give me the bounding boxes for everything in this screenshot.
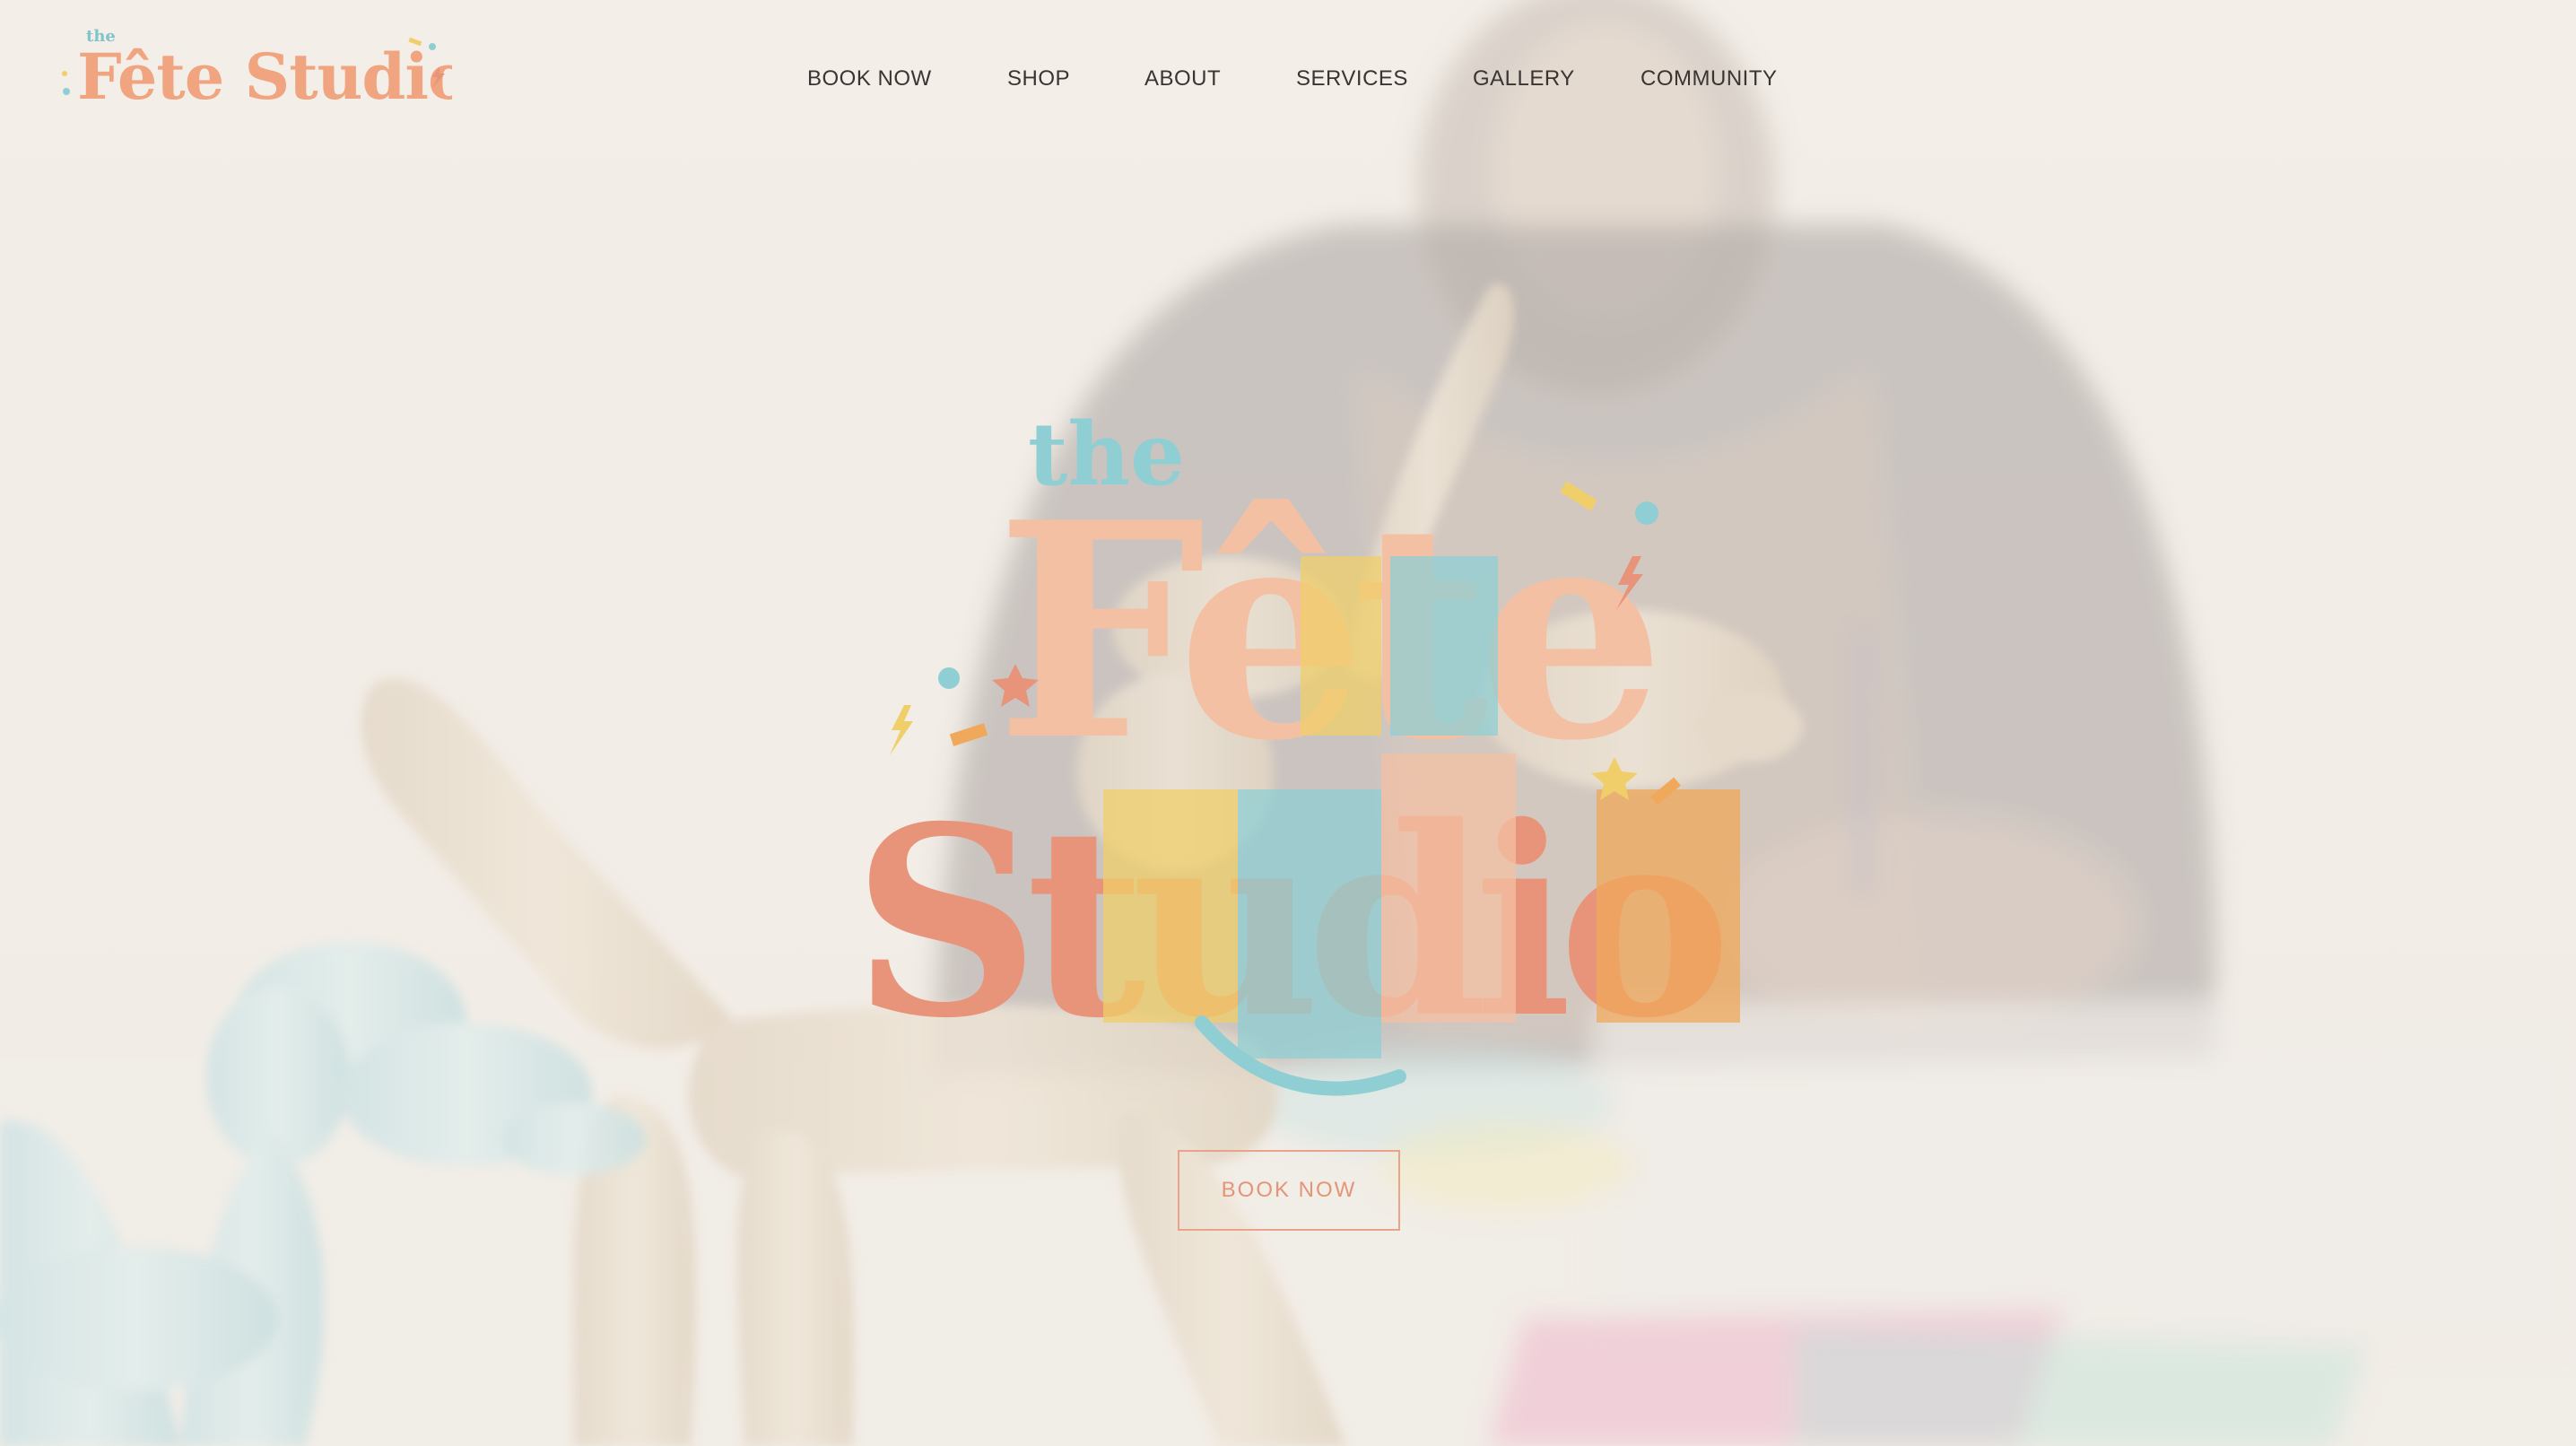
- site-logo[interactable]: the Fête Studio: [57, 22, 470, 127]
- hero-section: the Fête Studio BOOK NOW SHOP ABOUT SERV…: [0, 0, 2576, 1446]
- nav-link-book-now[interactable]: BOOK NOW: [807, 66, 932, 91]
- nav-link-shop[interactable]: SHOP: [1007, 66, 1070, 91]
- lightning-icon: [890, 705, 913, 755]
- hero-logo: the Fête Studio: [825, 395, 1740, 1112]
- nav-link-gallery[interactable]: GALLERY: [1473, 66, 1575, 91]
- site-logo-mark: the Fête Studio: [62, 27, 470, 114]
- hero-book-now-button[interactable]: BOOK NOW: [1178, 1150, 1400, 1231]
- dot-icon: [1635, 501, 1658, 525]
- nav-link-community[interactable]: COMMUNITY: [1640, 66, 1777, 91]
- nav-link-about[interactable]: ABOUT: [1144, 66, 1221, 91]
- site-header: the Fête Studio BOOK NOW SHOP ABOUT SERV…: [0, 0, 2576, 179]
- svg-text:Fête Studio: Fête Studio: [77, 39, 452, 114]
- confetti-strip-icon: [949, 723, 988, 746]
- nav-link-services[interactable]: SERVICES: [1296, 66, 1408, 91]
- dot-icon: [938, 667, 960, 689]
